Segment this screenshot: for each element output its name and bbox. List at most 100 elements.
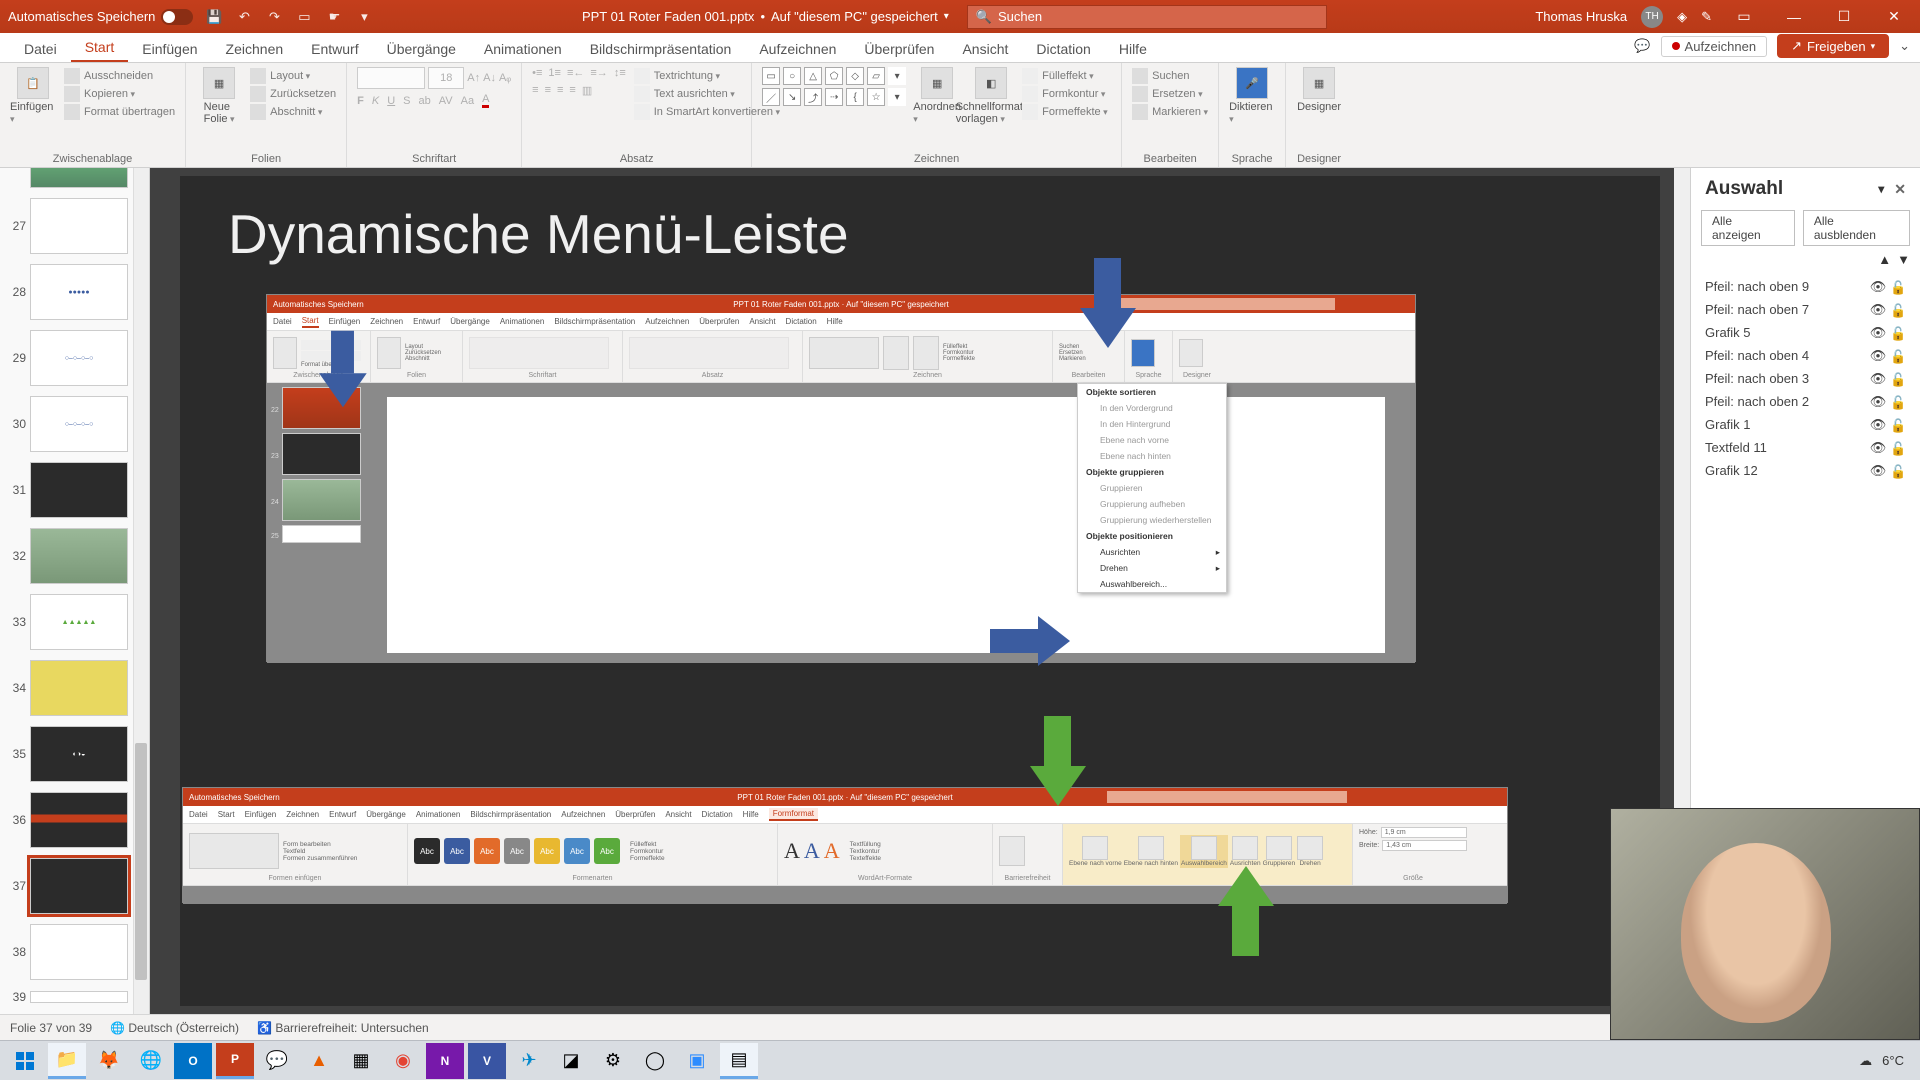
outlook-icon[interactable]: O xyxy=(174,1043,212,1079)
spacing-icon[interactable]: AV xyxy=(439,95,453,107)
line-spacing-icon[interactable]: ↕≡ xyxy=(614,67,626,79)
tab-dictation[interactable]: Dictation xyxy=(1022,36,1104,62)
app-icon-4[interactable]: ◯ xyxy=(636,1043,674,1079)
move-up-icon[interactable]: ▲ xyxy=(1878,252,1891,267)
arrange-button[interactable]: ▦Anordnen xyxy=(914,67,960,125)
selection-item[interactable]: Textfeld 11👁🔓 xyxy=(1697,436,1914,459)
increase-font-icon[interactable]: A↑ xyxy=(467,72,480,84)
designer-button[interactable]: ▦Designer xyxy=(1296,67,1342,113)
visibility-icon[interactable]: 👁 xyxy=(1870,464,1886,478)
user-avatar[interactable]: TH xyxy=(1641,6,1663,28)
lock-icon[interactable]: 🔓 xyxy=(1890,418,1906,432)
format-painter-button[interactable]: Format übertragen xyxy=(64,103,175,121)
close-icon[interactable]: ✕ xyxy=(1876,3,1912,31)
telegram-icon[interactable]: ✈ xyxy=(510,1043,548,1079)
copy-button[interactable]: Kopieren xyxy=(64,85,175,103)
slide-thumbnail-pane[interactable]: 27 28●●●●● 29○–○–○–○ 30○–○–○–○ 31 32 33▲… xyxy=(0,168,150,1014)
lock-icon[interactable]: 🔓 xyxy=(1890,441,1906,455)
maximize-icon[interactable]: ☐ xyxy=(1826,3,1862,31)
underline-button[interactable]: U xyxy=(387,95,395,107)
effects-button[interactable]: Formeffekte xyxy=(1022,103,1108,121)
onenote-icon[interactable]: N xyxy=(426,1043,464,1079)
font-name-input[interactable] xyxy=(357,67,425,89)
tab-aufzeichnen[interactable]: Aufzeichnen xyxy=(745,36,850,62)
decrease-font-icon[interactable]: A↓ xyxy=(483,72,496,84)
selection-item[interactable]: Pfeil: nach oben 2👁🔓 xyxy=(1697,390,1914,413)
layout-button[interactable]: Layout xyxy=(250,67,336,85)
scroll-thumb[interactable] xyxy=(135,743,147,980)
tab-datei[interactable]: Datei xyxy=(10,36,71,62)
app-icon-5[interactable]: ▤ xyxy=(720,1043,758,1079)
zoom-icon[interactable]: ▣ xyxy=(678,1043,716,1079)
lock-icon[interactable]: 🔓 xyxy=(1890,349,1906,363)
visibility-icon[interactable]: 👁 xyxy=(1870,395,1886,409)
show-all-button[interactable]: Alle anzeigen xyxy=(1701,210,1795,246)
selection-item[interactable]: Grafik 12👁🔓 xyxy=(1697,459,1914,482)
obs-icon[interactable]: ⚙ xyxy=(594,1043,632,1079)
lock-icon[interactable]: 🔓 xyxy=(1890,395,1906,409)
start-menu-icon[interactable] xyxy=(6,1043,44,1079)
tab-start[interactable]: Start xyxy=(71,34,129,62)
tab-zeichnen[interactable]: Zeichnen xyxy=(212,36,298,62)
lock-icon[interactable]: 🔓 xyxy=(1890,464,1906,478)
lock-icon[interactable]: 🔓 xyxy=(1890,326,1906,340)
app-icon-1[interactable]: 💬 xyxy=(258,1043,296,1079)
fill-button[interactable]: Fülleffekt xyxy=(1022,67,1108,85)
section-button[interactable]: Abschnitt xyxy=(250,103,336,121)
tab-einfuegen[interactable]: Einfügen xyxy=(128,36,211,62)
align-right-icon[interactable]: ≡ xyxy=(557,84,563,97)
redo-icon[interactable]: ↷ xyxy=(265,8,283,26)
lock-icon[interactable]: 🔓 xyxy=(1890,372,1906,386)
vlc-icon[interactable]: ▲ xyxy=(300,1043,338,1079)
tab-ansicht[interactable]: Ansicht xyxy=(948,36,1022,62)
ribbon-options-icon[interactable]: ▭ xyxy=(1726,3,1762,31)
reset-button[interactable]: Zurücksetzen xyxy=(250,85,336,103)
outline-button[interactable]: Formkontur xyxy=(1022,85,1108,103)
selection-item[interactable]: Pfeil: nach oben 3👁🔓 xyxy=(1697,367,1914,390)
tab-animationen[interactable]: Animationen xyxy=(470,36,576,62)
selection-item[interactable]: Grafik 1👁🔓 xyxy=(1697,413,1914,436)
quick-styles-button[interactable]: ◧Schnellformat-vorlagen xyxy=(968,67,1014,125)
visibility-icon[interactable]: 👁 xyxy=(1870,303,1886,317)
dictate-button[interactable]: 🎤Diktieren xyxy=(1229,67,1275,125)
selection-item[interactable]: Pfeil: nach oben 9👁🔓 xyxy=(1697,275,1914,298)
tab-hilfe[interactable]: Hilfe xyxy=(1105,36,1161,62)
select-button[interactable]: Markieren xyxy=(1132,103,1208,121)
align-center-icon[interactable]: ≡ xyxy=(545,84,551,97)
align-left-icon[interactable]: ≡ xyxy=(532,84,538,97)
selection-pane-dropdown-icon[interactable]: ▾ xyxy=(1878,182,1884,196)
find-button[interactable]: Suchen xyxy=(1132,67,1208,85)
strike-button[interactable]: S xyxy=(403,95,410,107)
hide-all-button[interactable]: Alle ausblenden xyxy=(1803,210,1910,246)
lock-icon[interactable]: 🔓 xyxy=(1890,303,1906,317)
undo-icon[interactable]: ↶ xyxy=(235,8,253,26)
selection-item[interactable]: Grafik 5👁🔓 xyxy=(1697,321,1914,344)
file-explorer-icon[interactable]: 📁 xyxy=(48,1043,86,1079)
accessibility-check[interactable]: ♿ Barrierefreiheit: Untersuchen xyxy=(257,1021,429,1035)
new-slide-button[interactable]: ▦ Neue Folie xyxy=(196,67,242,125)
lock-icon[interactable]: 🔓 xyxy=(1890,280,1906,294)
todoist-icon[interactable]: ◉ xyxy=(384,1043,422,1079)
italic-button[interactable]: K xyxy=(372,95,379,107)
sync-icon[interactable]: ◈ xyxy=(1677,9,1687,25)
font-color-icon[interactable]: A xyxy=(482,93,489,108)
tab-bildschirm[interactable]: Bildschirmpräsentation xyxy=(576,36,746,62)
visibility-icon[interactable]: 👁 xyxy=(1870,441,1886,455)
powerpoint-icon[interactable]: P xyxy=(216,1043,254,1079)
columns-icon[interactable]: ▥ xyxy=(582,84,592,97)
shadow-button[interactable]: ab xyxy=(419,95,431,107)
touch-mode-icon[interactable]: ☛ xyxy=(325,8,343,26)
pen-icon[interactable]: ✎ xyxy=(1701,9,1712,25)
paste-button[interactable]: 📋 Einfügen xyxy=(10,67,56,125)
bullets-icon[interactable]: •≡ xyxy=(532,67,542,79)
slide-canvas[interactable]: Dynamische Menü-Leiste Automatisches Spe… xyxy=(150,168,1690,1014)
indent-inc-icon[interactable]: ≡→ xyxy=(590,67,607,79)
visibility-icon[interactable]: 👁 xyxy=(1870,372,1886,386)
firefox-icon[interactable]: 🦊 xyxy=(90,1043,128,1079)
collapse-ribbon-icon[interactable]: ⌄ xyxy=(1899,38,1910,54)
selection-pane-close-icon[interactable]: ✕ xyxy=(1894,181,1906,198)
chrome-icon[interactable]: 🌐 xyxy=(132,1043,170,1079)
comments-icon[interactable]: 💬 xyxy=(1634,38,1650,54)
language-indicator[interactable]: 🌐 Deutsch (Österreich) xyxy=(110,1021,239,1035)
replace-button[interactable]: Ersetzen xyxy=(1132,85,1208,103)
